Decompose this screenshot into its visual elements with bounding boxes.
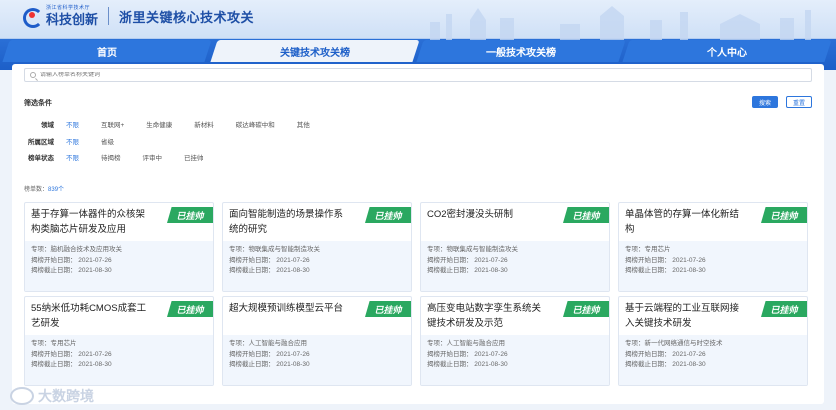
card-title: 高压变电站数字孪生系统关键技术研发及示范 [427, 303, 542, 329]
card-title: CO2密封漫没头研制 [427, 209, 514, 220]
status-badge: 已挂帅 [167, 301, 213, 317]
card-end-date: 揭榜截止日期： 2021-08-30 [229, 267, 310, 274]
filter-label: 领域 [41, 122, 54, 129]
project-card[interactable]: 55纳米低功耗CMOS成套工艺研发 已挂帅 专项：专用芯片 揭榜开始日期： 20… [24, 296, 214, 386]
card-start-date: 揭榜开始日期： 2021-07-26 [625, 350, 706, 358]
site-logo[interactable]: 浙江省科学技术厅 科技创新 浙里关键核心技术攻关 [22, 5, 255, 28]
project-card[interactable]: 单晶体管的存算一体化新结构 已挂帅 专项：专用芯片 揭榜开始日期： 2021-0… [618, 202, 808, 292]
result-count-value: 839个 [48, 187, 65, 193]
filter-row-region: 所属区域 不限 省级 [24, 136, 136, 146]
filter-option[interactable]: 其他 [297, 119, 310, 129]
project-card[interactable]: 基于存算一体器件的众核架构类脑芯片研发及应用 已挂帅 专项：脑机融合技术及应用攻… [24, 202, 214, 292]
card-end-date: 揭榜截止日期： 2021-08-30 [625, 267, 706, 274]
tab-personal-center[interactable]: 个人中心 [622, 40, 832, 62]
status-badge: 已挂帅 [365, 207, 411, 223]
card-field: 专项：脑机融合技术及应用攻关 [31, 246, 122, 253]
tab-key-tech[interactable]: 关键技术攻关榜 [210, 40, 420, 62]
filter-option[interactable]: 待揭榜 [101, 152, 121, 162]
tab-personal-center-label: 个人中心 [707, 47, 747, 59]
project-card[interactable]: 基于云端程的工业互联网接入关键技术研发 已挂帅 专项：新一代网络通信与时空技术 … [618, 296, 808, 386]
card-title: 超大规模预训练模型云平台 [229, 303, 344, 314]
status-badge: 已挂帅 [365, 301, 411, 317]
watermark: 大数跨境 [10, 386, 94, 406]
project-card[interactable]: CO2密封漫没头研制 已挂帅 专项：物联集成与智能制造攻关 揭榜开始日期： 20… [420, 202, 610, 292]
project-card[interactable]: 面向智能制造的场景操作系统的研究 已挂帅 专项：物联集成与智能制造攻关 揭榜开始… [222, 202, 412, 292]
main-tabs: 首页 关键技术攻关榜 一般技术攻关榜 个人中心 [2, 40, 832, 62]
filter-row-field: 领域 不限 互联网+ 生命健康 新材料 碳达峰碳中和 其他 [24, 119, 332, 129]
card-title: 基于云端程的工业互联网接入关键技术研发 [625, 303, 740, 329]
card-start-date: 揭榜开始日期： 2021-07-26 [427, 350, 508, 358]
site-title: 浙里关键核心技术攻关 [119, 9, 255, 25]
filter-row-status: 榜单状态 不限 待揭榜 评审中 已挂帅 [24, 152, 226, 162]
filter-option[interactable]: 已挂帅 [184, 152, 204, 162]
card-field: 专项：专用芯片 [625, 246, 671, 253]
reset-button[interactable]: 重置 [786, 96, 812, 108]
card-end-date: 揭榜截止日期： 2021-08-30 [31, 267, 112, 274]
main-content: 筛选条件 搜索 重置 领域 不限 互联网+ 生命健康 新材料 碳达峰碳中和 其他… [12, 64, 824, 404]
watermark-text: 大数跨境 [38, 388, 94, 404]
filter-label: 榜单状态 [28, 155, 54, 162]
tab-home-label: 首页 [97, 47, 117, 59]
header-banner: 浙江省科学技术厅 科技创新 浙里关键核心技术攻关 首页 关键技术攻关榜 一般技术… [0, 0, 836, 70]
status-badge: 已挂帅 [563, 301, 609, 317]
card-title: 单晶体管的存算一体化新结构 [625, 209, 740, 235]
filter-option[interactable]: 碳达峰碳中和 [236, 119, 275, 129]
tab-key-tech-label: 关键技术攻关榜 [280, 47, 350, 59]
search-bar[interactable] [24, 68, 812, 82]
card-end-date: 揭榜截止日期： 2021-08-30 [31, 361, 112, 368]
filter-option[interactable]: 新材料 [194, 119, 214, 129]
search-icon [30, 72, 36, 78]
card-field: 专项：人工智能与融合应用 [427, 340, 505, 347]
filter-option[interactable]: 不限 [66, 119, 79, 129]
result-count: 榜单数：839个 [24, 184, 64, 193]
tab-home[interactable]: 首页 [2, 40, 212, 62]
card-field: 专项：物联集成与智能制造攻关 [229, 246, 320, 253]
card-start-date: 揭榜开始日期： 2021-07-26 [229, 256, 310, 264]
watermark-logo-icon [10, 387, 34, 405]
card-end-date: 揭榜截止日期： 2021-08-30 [229, 361, 310, 368]
card-end-date: 揭榜截止日期： 2021-08-30 [625, 361, 706, 368]
result-count-label: 榜单数： [24, 187, 49, 193]
card-title: 基于存算一体器件的众核架构类脑芯片研发及应用 [31, 209, 146, 235]
card-title: 55纳米低功耗CMOS成套工艺研发 [31, 303, 147, 329]
filter-option[interactable]: 互联网+ [101, 119, 124, 129]
filter-option[interactable]: 评审中 [143, 152, 163, 162]
card-start-date: 揭榜开始日期： 2021-07-26 [427, 256, 508, 264]
status-badge: 已挂帅 [167, 207, 213, 223]
tab-general-tech[interactable]: 一般技术攻关榜 [416, 40, 626, 62]
logo-title: 科技创新 [46, 12, 99, 27]
tab-general-tech-label: 一般技术攻关榜 [486, 47, 556, 59]
card-field: 专项：专用芯片 [31, 340, 77, 347]
logo-icon [22, 7, 43, 28]
card-end-date: 揭榜截止日期： 2021-08-30 [427, 267, 508, 274]
logo-divider [108, 7, 110, 25]
card-end-date: 揭榜截止日期： 2021-08-30 [427, 361, 508, 368]
filter-option[interactable]: 不限 [66, 136, 79, 146]
card-start-date: 揭榜开始日期： 2021-07-26 [31, 256, 112, 264]
logo-subtitle: 浙江省科学技术厅 [46, 5, 91, 11]
project-card[interactable]: 高压变电站数字孪生系统关键技术研发及示范 已挂帅 专项：人工智能与融合应用 揭榜… [420, 296, 610, 386]
card-title: 面向智能制造的场景操作系统的研究 [229, 209, 344, 235]
card-start-date: 揭榜开始日期： 2021-07-26 [229, 350, 310, 358]
card-field: 专项：人工智能与融合应用 [229, 340, 307, 347]
filter-label: 所属区域 [28, 139, 54, 146]
status-badge: 已挂帅 [761, 207, 807, 223]
project-card[interactable]: 超大规模预训练模型云平台 已挂帅 专项：人工智能与融合应用 揭榜开始日期： 20… [222, 296, 412, 386]
filter-option[interactable]: 不限 [66, 152, 79, 162]
search-input[interactable] [40, 72, 740, 78]
filter-option[interactable]: 生命健康 [146, 119, 172, 129]
filter-option[interactable]: 省级 [101, 136, 114, 146]
filter-title: 筛选条件 [24, 100, 52, 107]
card-field: 专项：新一代网络通信与时空技术 [625, 340, 723, 347]
card-field: 专项：物联集成与智能制造攻关 [427, 246, 518, 253]
card-start-date: 揭榜开始日期： 2021-07-26 [625, 256, 706, 264]
card-start-date: 揭榜开始日期： 2021-07-26 [31, 350, 112, 358]
search-button[interactable]: 搜索 [752, 96, 778, 108]
status-badge: 已挂帅 [563, 207, 609, 223]
status-badge: 已挂帅 [761, 301, 807, 317]
